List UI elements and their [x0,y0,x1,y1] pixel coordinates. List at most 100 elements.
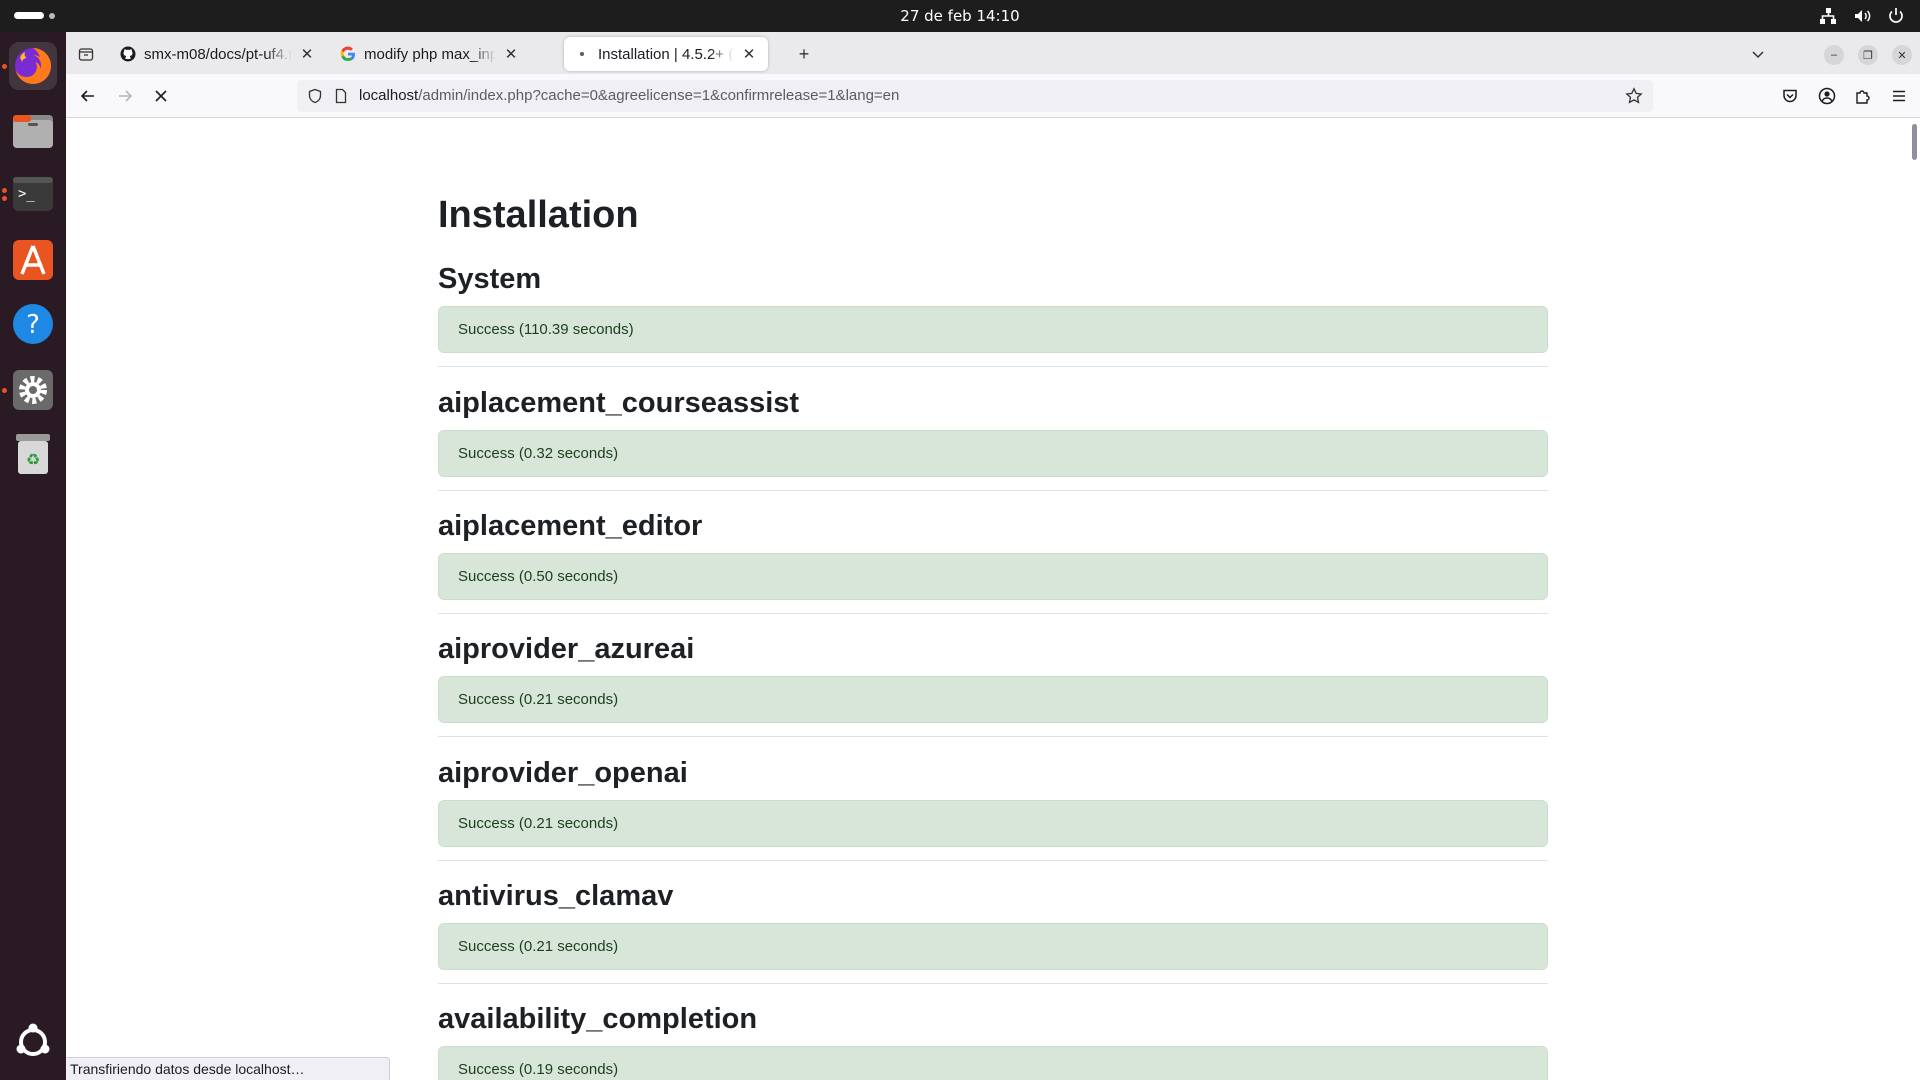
section-heading: aiprovider_azureai [438,633,695,665]
firefox-icon[interactable] [9,42,57,90]
success-alert: Success (0.19 seconds) [438,1046,1548,1080]
running-indicator [2,64,7,69]
terminal-icon[interactable]: >_ [9,170,57,218]
install-section-antivirus-clamav: antivirus_clamav Success (0.21 seconds) [438,875,1548,984]
install-section-aiprovider-openai: aiprovider_openai Success (0.21 seconds) [438,752,1548,861]
install-section-system: System Success (110.39 seconds) [438,258,1548,367]
minimize-icon: – [1830,49,1838,61]
close-icon[interactable]: ✕ [502,45,520,63]
forward-button[interactable] [113,84,137,108]
pocket-button[interactable] [1778,84,1802,108]
tab-title: Installation | 4.5.2+ (Build [598,45,734,63]
url-text[interactable]: localhost/admin/index.php?cache=0&agreel… [359,80,899,112]
back-button[interactable] [76,84,100,108]
restore-icon: ❐ [1863,49,1873,62]
svg-text:>_: >_ [18,186,35,202]
running-indicator [2,388,7,393]
section-divider [438,366,1548,367]
power-icon[interactable] [1886,6,1906,26]
scrollbar-thumb[interactable] [1912,124,1917,160]
section-heading: antivirus_clamav [438,880,674,912]
section-divider [438,736,1548,737]
stop-button[interactable] [149,84,173,108]
success-alert: Success (0.21 seconds) [438,676,1548,723]
ubuntu-dock: >_ ? ♻ [0,32,66,1080]
section-divider [438,983,1548,984]
volume-icon[interactable] [1852,6,1872,26]
pocket-icon [1783,89,1797,103]
tab-title: modify php max_input_vars [364,45,496,63]
forward-arrow-icon [119,90,133,102]
account-button[interactable] [1815,84,1839,108]
tracking-protection-icon[interactable] [307,88,323,109]
success-alert: Success (0.32 seconds) [438,430,1548,477]
install-section-aiplacement-editor: aiplacement_editor Success (0.50 seconds… [438,505,1548,614]
minimize-button[interactable]: – [1824,45,1844,65]
trash-icon[interactable]: ♻ [9,430,57,478]
clock[interactable]: 27 de feb 14:10 [0,0,1920,32]
success-alert: Success (0.21 seconds) [438,800,1548,847]
section-divider [438,613,1548,614]
navigation-toolbar: localhost/admin/index.php?cache=0&agreel… [66,74,1920,118]
address-bar[interactable]: localhost/admin/index.php?cache=0&agreel… [297,80,1653,112]
svg-text:♻: ♻ [26,450,40,469]
section-heading: aiplacement_courseassist [438,387,800,419]
system-top-bar: 27 de feb 14:10 [0,0,1920,32]
close-icon[interactable]: ✕ [298,45,316,63]
account-icon [1818,87,1836,105]
section-heading: availability_completion [438,1003,758,1035]
firefox-view-button[interactable] [74,42,98,66]
firefox-view-icon [78,48,94,61]
section-divider [438,860,1548,861]
github-icon [120,46,136,62]
success-alert: Success (0.50 seconds) [438,553,1548,600]
page-title: Installation [438,194,639,236]
tab-github[interactable]: smx-m08/docs/pt-uf4.md ✕ [110,37,326,71]
app-center-icon[interactable] [9,236,57,284]
page-info-icon[interactable] [333,88,349,109]
puzzle-icon [1856,90,1870,104]
tab-title: smx-m08/docs/pt-uf4.md [144,45,292,63]
close-icon[interactable]: ✕ [740,45,758,63]
browser-tab-strip: smx-m08/docs/pt-uf4.md ✕ modify php max_… [66,32,1920,74]
url-host: localhost [359,87,419,104]
google-icon [340,46,356,62]
settings-icon[interactable] [9,366,57,414]
close-icon: ✕ [1897,49,1907,62]
files-icon[interactable] [9,106,57,154]
install-section-aiplacement-courseassist: aiplacement_courseassist Success (0.32 s… [438,382,1548,491]
list-all-tabs-button[interactable] [1746,42,1770,66]
page-scrollbar[interactable] [1906,118,1920,1080]
hamburger-menu-icon [1893,90,1905,102]
help-icon[interactable]: ? [9,300,57,348]
section-heading: aiprovider_openai [438,757,688,789]
bookmark-star-icon[interactable] [1625,87,1643,110]
close-window-button[interactable]: ✕ [1892,45,1912,65]
tab-google[interactable]: modify php max_input_vars ✕ [330,37,530,71]
show-apps-icon[interactable] [9,1018,57,1066]
system-tray[interactable] [1818,6,1906,26]
app-menu-button[interactable] [1887,84,1911,108]
restore-button[interactable]: ❐ [1858,45,1878,65]
loading-icon [574,46,590,62]
install-section-availability-completion: availability_completion Success (0.19 se… [438,998,1548,1080]
tab-installation[interactable]: Installation | 4.5.2+ (Build ✕ [564,37,768,71]
success-alert: Success (0.21 seconds) [438,923,1548,970]
status-panel: Transfiriendo datos desde localhost… [66,1057,390,1080]
section-heading: System [438,263,542,295]
network-icon[interactable] [1818,6,1838,26]
plus-icon: + [798,43,810,64]
section-heading: aiplacement_editor [438,510,703,542]
stop-icon [155,90,167,102]
extensions-button[interactable] [1851,84,1875,108]
running-indicator [2,196,7,201]
section-divider [438,490,1548,491]
install-section-aiprovider-azureai: aiprovider_azureai Success (0.21 seconds… [438,628,1548,737]
chevron-down-icon [1752,51,1764,59]
page-viewport[interactable]: Installation System Success (110.39 seco… [66,118,1920,1080]
back-arrow-icon [80,90,94,102]
url-path: /admin/index.php?cache=0&agreelicense=1&… [418,87,900,104]
svg-text:?: ? [26,310,40,340]
new-tab-button[interactable]: + [792,42,816,66]
running-indicator [2,188,7,193]
